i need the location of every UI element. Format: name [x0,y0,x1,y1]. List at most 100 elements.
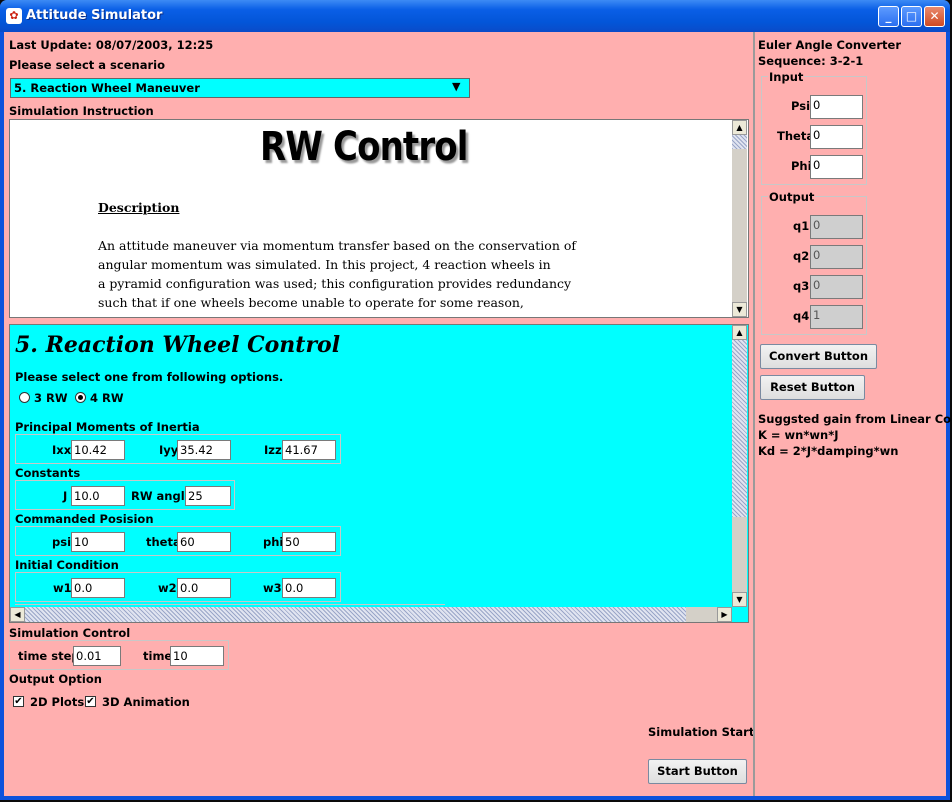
client-area: Last Update: 08/07/2003, 12:25 Please se… [4,32,952,796]
phi-label: phi [263,535,284,549]
output-title: Output [768,190,816,204]
options-prompt: Please select one from following options… [15,370,284,384]
convert-button[interactable]: Convert Button [760,344,877,369]
scroll-right-icon[interactable]: ▶ [717,607,732,622]
sim-start-label: Simulation Start [648,725,755,739]
scroll-thumb[interactable] [732,340,747,517]
scroll-down-icon[interactable]: ▼ [732,592,747,607]
phi-field[interactable]: 50 [282,532,336,552]
psi-input-field[interactable]: 0 [810,95,863,119]
scroll-left-icon[interactable]: ◀ [10,607,25,622]
theta-field[interactable]: 60 [177,532,231,552]
close-button[interactable]: ✕ [924,6,945,27]
theta-input-label: Theta [777,129,815,143]
q1-label: q1 [793,219,810,233]
pane-divider[interactable] [753,32,755,796]
doc-line: such that if one wheels become unable to… [98,295,524,310]
app-window: ✿ Attitude Simulator _ □ ✕ Last Update: … [0,0,952,800]
gain-kd: Kd = 2*J*damping*wn [758,444,899,458]
rw-angle-field[interactable]: 25 [185,486,231,506]
minimize-button[interactable]: _ [878,6,899,27]
anim-label: 3D Animation [102,695,190,709]
scroll-down-icon[interactable]: ▼ [732,302,747,317]
scroll-up-icon[interactable]: ▲ [732,120,747,135]
w1-field[interactable]: 0.0 [71,578,125,598]
phi-input-field[interactable]: 0 [810,155,863,179]
izz-field[interactable]: 41.67 [282,440,336,460]
w2-label: w2 [158,581,177,595]
theta-label: theta [146,535,181,549]
w2-field[interactable]: 0.0 [177,578,231,598]
panel-hscrollbar[interactable]: ◀ ▶ [10,607,732,622]
psi-field[interactable]: 10 [71,532,125,552]
inertia-group: Ixx 10.42 Iyy 35.42 Izz 41.67 [15,434,341,464]
maximize-button[interactable]: □ [901,6,922,27]
radio-3rw[interactable] [19,392,30,403]
plots-label: 2D Plots [30,695,85,709]
instruction-label: Simulation Instruction [9,104,154,118]
output-group: Output q1 0 q2 0 q3 0 q4 1 [761,190,867,335]
scenario-select[interactable]: 5. Reaction Wheel Maneuver ▼ [10,78,470,98]
constants-title: Constants [15,466,81,480]
plots-checkbox[interactable]: ✔ [13,696,24,707]
chevron-down-icon[interactable]: ▼ [452,80,460,93]
scroll-thumb[interactable] [732,135,747,149]
izz-label: Izz [264,443,282,457]
window-title: Attitude Simulator [26,8,163,23]
psi-label: psi [52,535,72,549]
doc-desc-title: Description [98,200,180,215]
doc-line: angular momentum was simulated. In this … [98,257,551,272]
theta-input-field[interactable]: 0 [810,125,863,149]
commanded-group: psi 10 theta 60 phi 50 [15,526,341,556]
doc-line: An attitude maneuver via momentum transf… [98,238,576,253]
doc-heading: RW Control [260,124,468,170]
start-button[interactable]: Start Button [648,759,747,784]
iyy-field[interactable]: 35.42 [177,440,231,460]
reset-button[interactable]: Reset Button [760,375,865,400]
q1-field: 0 [810,215,863,239]
q2-field: 0 [810,245,863,269]
q4-label: q4 [793,309,810,323]
w3-field[interactable]: 0.0 [282,578,336,598]
rw-angle-label: RW angle [131,489,193,503]
instruction-scrollbar[interactable]: ▲ ▼ [732,120,747,317]
panel-vscrollbar[interactable]: ▲ ▼ [732,325,747,607]
input-group: Input Psi 0 Theta 0 Phi 0 [761,70,867,185]
panel-title: 5. Reaction Wheel Control [15,332,341,358]
time-step-field[interactable]: 0.01 [73,646,121,666]
time-field[interactable]: 10 [170,646,224,666]
j-field[interactable]: 10.0 [71,486,125,506]
w1-label: w1 [53,581,72,595]
time-step-label: time step [18,649,80,663]
radio-4rw-label: 4 RW [90,391,124,405]
gain-k: K = wn*wn*J [758,428,839,442]
doc-line: a pyramid configuration was used; this c… [98,276,572,291]
iyy-label: Iyy [159,443,179,457]
q2-label: q2 [793,249,810,263]
phi-input-label: Phi [791,159,812,173]
app-icon: ✿ [6,8,22,24]
q3-label: q3 [793,279,810,293]
ixx-label: Ixx [52,443,72,457]
constants-group: J 10.0 RW angle 25 [15,480,235,510]
radio-4rw[interactable] [75,392,86,403]
w3-label: w3 [263,581,282,595]
scroll-up-icon[interactable]: ▲ [732,325,747,340]
sim-control-title: Simulation Control [9,626,131,640]
sequence-text: Sequence: 3-2-1 [758,54,864,68]
last-update-text: Last Update: 08/07/2003, 12:25 [9,38,214,52]
sim-control-group: time step 0.01 time 10 [9,640,229,670]
anim-checkbox[interactable]: ✔ [85,696,96,707]
scenario-panel: 5. Reaction Wheel Control Please select … [9,324,749,623]
psi-input-label: Psi [791,99,811,113]
q3-field: 0 [810,275,863,299]
gain-title: Suggsted gain from Linear Cont... [758,412,952,426]
inertia-title: Principal Moments of Inertia [15,420,200,434]
title-bar[interactable]: ✿ Attitude Simulator _ □ ✕ [0,0,950,32]
j-label: J [63,489,68,503]
ixx-field[interactable]: 10.42 [71,440,125,460]
hscroll-thumb[interactable] [25,607,686,622]
converter-title: Euler Angle Converter [758,38,901,52]
instruction-pane[interactable]: RW Control Description An attitude maneu… [9,119,749,318]
commanded-title: Commanded Posision [15,512,154,526]
